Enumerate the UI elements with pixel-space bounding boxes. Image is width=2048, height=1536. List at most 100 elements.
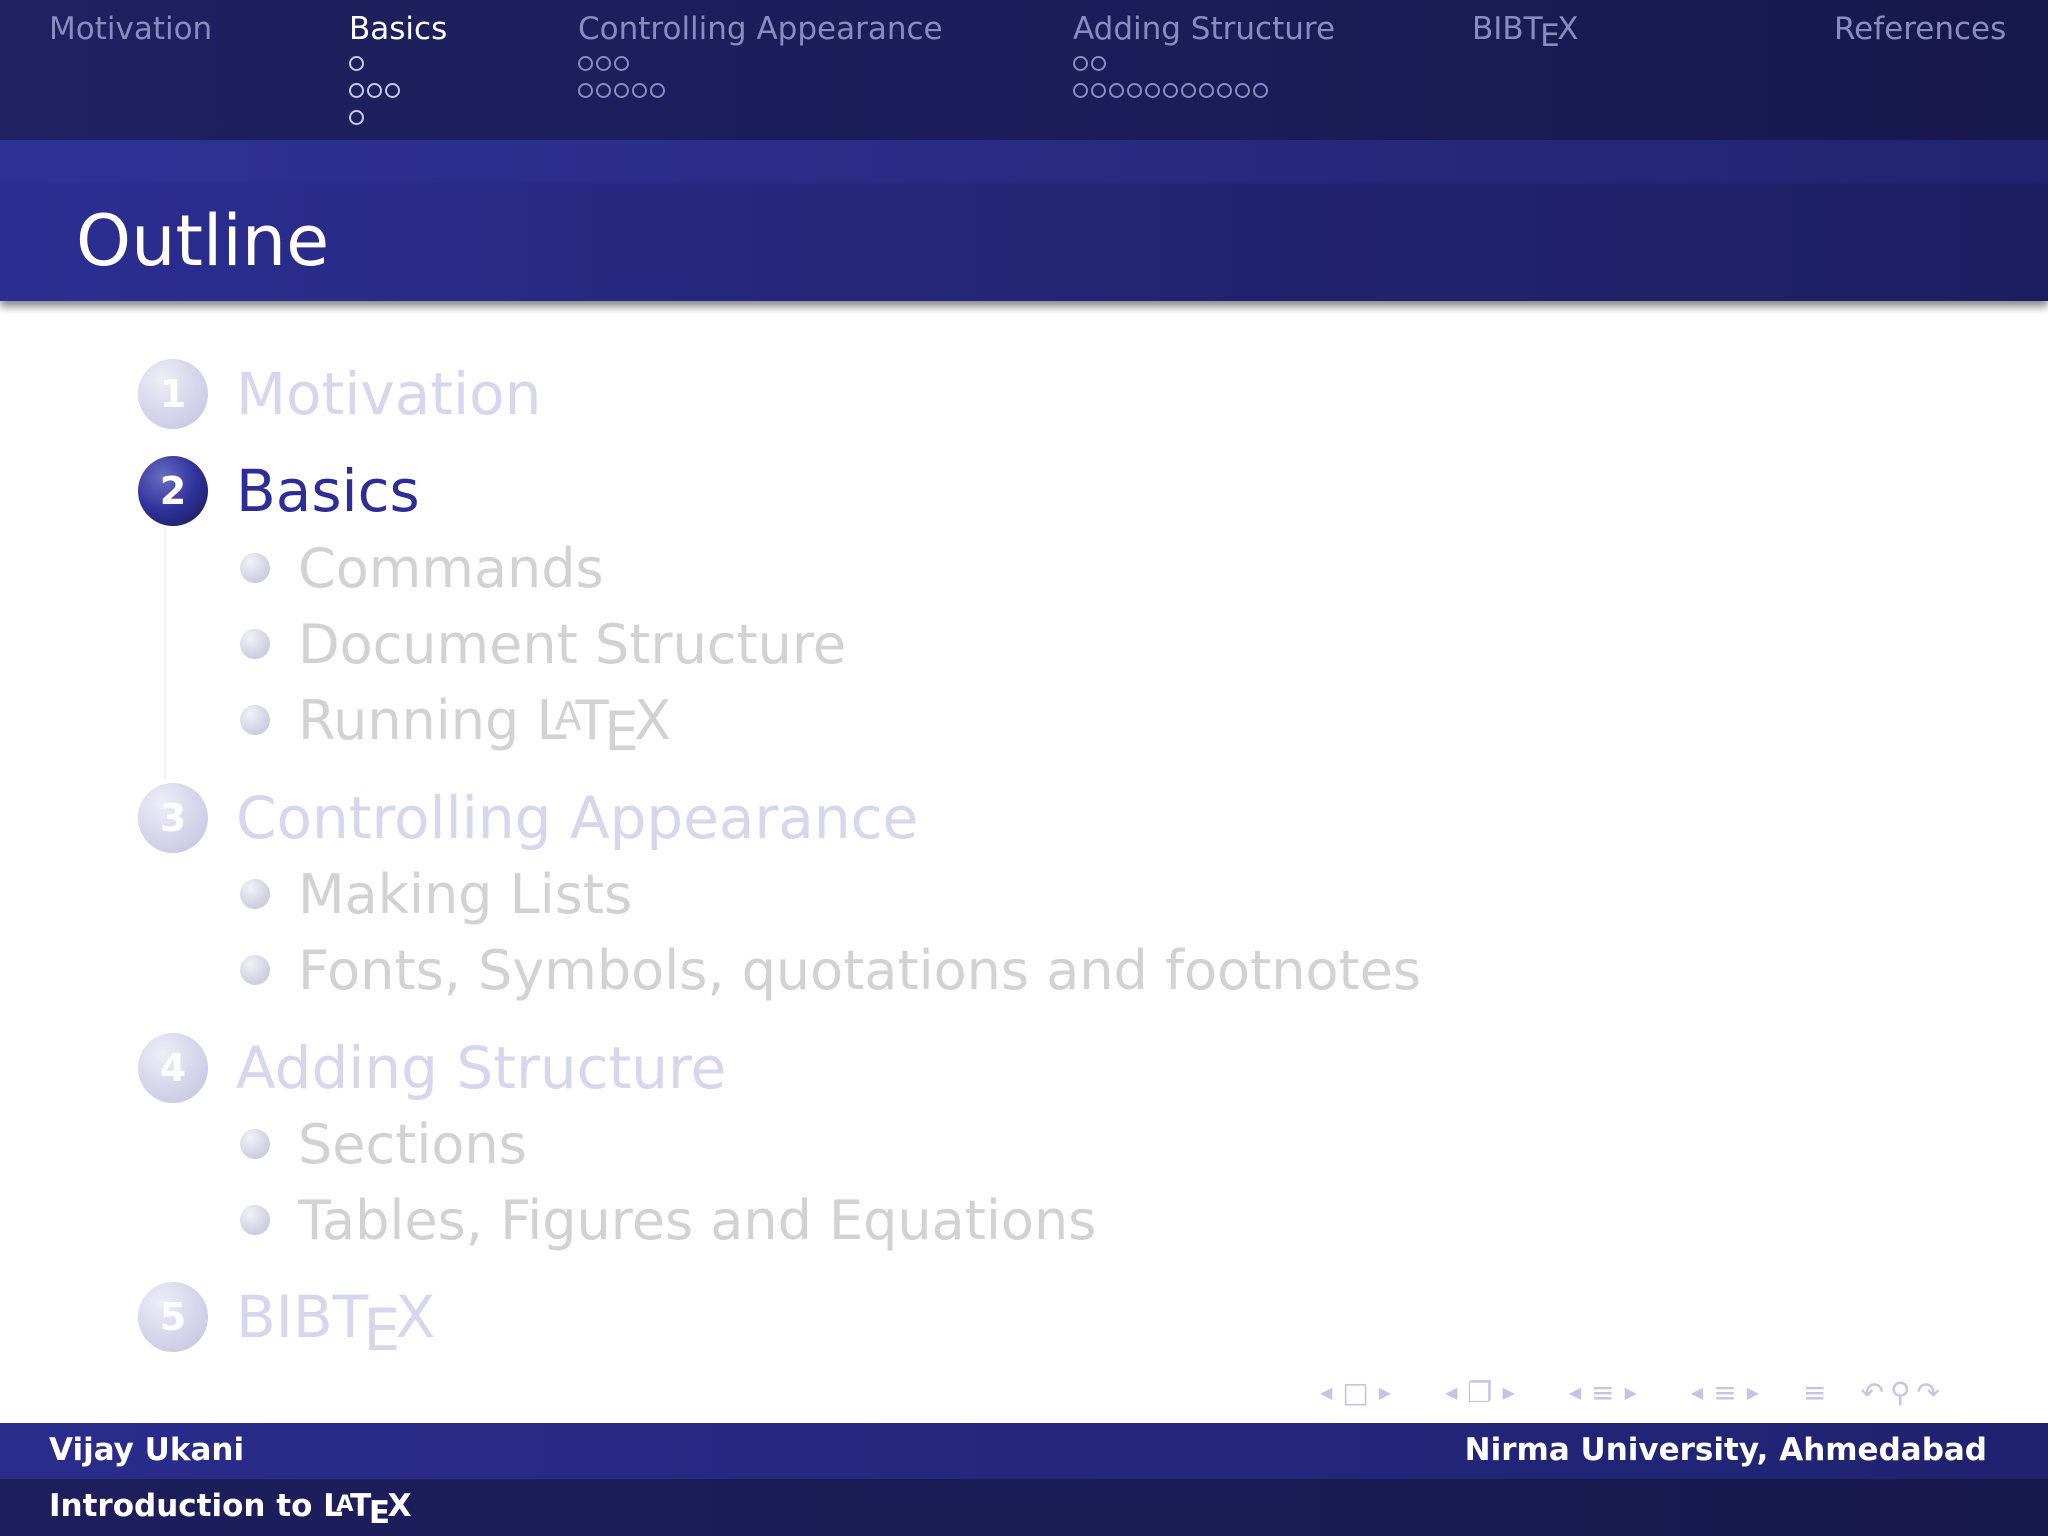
nav-section-bibtex[interactable]: BIBTEX xyxy=(1472,8,1579,54)
nav-frame-dots xyxy=(1073,50,1335,104)
nav-frame-dots xyxy=(578,50,943,104)
toc-section-basics[interactable]: 2 Basics xyxy=(138,454,420,528)
nav-section-controlling-appearance[interactable]: Controlling Appearance xyxy=(578,8,943,104)
nav-section-label: Basics xyxy=(349,11,448,47)
toc-subsection-label: Document Structure xyxy=(298,612,847,676)
toc-section-label: Adding Structure xyxy=(236,1034,727,1102)
frame-dot-icon[interactable] xyxy=(1091,83,1106,98)
prev-subsection-arrow-icon[interactable]: ◀ xyxy=(1569,1383,1581,1402)
nav-frame-row xyxy=(1073,77,1335,104)
toc-subsection-label: Making Lists xyxy=(298,862,633,926)
frame-dot-icon[interactable] xyxy=(578,83,593,98)
nav-section-label: Motivation xyxy=(49,11,213,47)
frame-dot-icon[interactable] xyxy=(1145,83,1160,98)
next-frame-arrow-icon[interactable]: ▶ xyxy=(1503,1383,1515,1402)
nav-frame-row xyxy=(349,77,447,104)
toc-subsection-making-lists[interactable]: Making Lists xyxy=(240,862,633,926)
frame-dot-icon[interactable] xyxy=(596,56,611,71)
beamer-navigation-symbols: ◀ □ ▶ ◀ ❐ ▶ ◀ ≡ ▶ ◀ ≡ ▶ ≡ ↶ ⚲ ↷ xyxy=(1310,1376,2030,1409)
frame-dot-icon[interactable] xyxy=(385,83,400,98)
frame-dot-icon[interactable] xyxy=(614,83,629,98)
toc-section-controlling-appearance[interactable]: 3 Controlling Appearance xyxy=(138,781,918,855)
subsection-bullet-icon xyxy=(240,1205,270,1235)
toc-subsection-commands[interactable]: Commands xyxy=(240,537,604,600)
frame-dot-icon[interactable] xyxy=(1199,83,1214,98)
frame-dot-icon[interactable] xyxy=(1109,83,1124,98)
frame-dot-icon[interactable] xyxy=(349,110,364,125)
next-section-arrow-icon[interactable]: ▶ xyxy=(1747,1383,1759,1402)
prev-slide-arrow-icon[interactable]: ◀ xyxy=(1320,1383,1332,1402)
frame-dot-icon[interactable] xyxy=(1073,83,1088,98)
frame-dot-icon[interactable] xyxy=(1091,56,1106,71)
frame-dot-icon[interactable] xyxy=(578,56,593,71)
frame-dot-icon[interactable] xyxy=(349,56,364,71)
document-nav-icon[interactable]: ≡ xyxy=(1803,1376,1826,1409)
title-strip xyxy=(0,140,2048,184)
next-slide-arrow-icon[interactable]: ▶ xyxy=(1379,1383,1391,1402)
next-subsection-arrow-icon[interactable]: ▶ xyxy=(1625,1383,1637,1402)
frame-dot-icon[interactable] xyxy=(1127,83,1142,98)
nav-frame-row xyxy=(578,50,943,77)
toc-section-bibtex[interactable]: 5 BIBTEX xyxy=(138,1280,435,1364)
toc-section-label: Motivation xyxy=(236,360,542,428)
nav-frame-row xyxy=(578,77,943,104)
subsection-bullet-icon xyxy=(240,629,270,659)
nav-section-label: Controlling Appearance xyxy=(578,11,943,47)
frame-dot-icon[interactable] xyxy=(1073,56,1088,71)
nav-frame-row xyxy=(349,104,447,131)
subsection-bullet-icon xyxy=(240,955,270,985)
toc-subsection-running-latex[interactable]: Running LATEX xyxy=(240,688,672,764)
nav-section-adding-structure[interactable]: Adding Structure xyxy=(1073,8,1335,104)
footer-author-bar: Vijay Ukani Nirma University, Ahmedabad xyxy=(0,1423,2048,1479)
section-number-ball: 4 xyxy=(138,1033,208,1103)
slide-nav-icon[interactable]: □ xyxy=(1342,1376,1368,1409)
nav-section-label: Adding Structure xyxy=(1073,11,1336,47)
section-number-ball: 2 xyxy=(138,456,208,526)
section-nav-icon[interactable]: ≡ xyxy=(1713,1376,1736,1409)
toc-subsection-label: Running LATEX xyxy=(298,688,672,764)
frame-dot-icon[interactable] xyxy=(1163,83,1178,98)
forward-icon[interactable]: ↷ xyxy=(1916,1376,1939,1409)
frame-dot-icon[interactable] xyxy=(1253,83,1268,98)
nav-frame-dots xyxy=(349,50,447,131)
subsection-bullet-icon xyxy=(240,1129,270,1159)
frame-dot-icon[interactable] xyxy=(614,56,629,71)
toc-section-label: Basics xyxy=(236,457,420,525)
toc-subsection-sections[interactable]: Sections xyxy=(240,1113,527,1176)
frame-dot-icon[interactable] xyxy=(367,83,382,98)
footer-title-bar: Introduction to LATEX xyxy=(0,1479,2048,1536)
frame-dot-icon[interactable] xyxy=(632,83,647,98)
toc-subsection-document-structure[interactable]: Document Structure xyxy=(240,612,847,676)
section-number-ball: 5 xyxy=(138,1282,208,1352)
toc-subsection-label: Fonts, Symbols, quotations and footnotes xyxy=(298,938,1422,1002)
section-navigation-bar: Motivation Basics Controlling Appearance… xyxy=(0,0,2048,140)
toc-section-label: BIBTEX xyxy=(236,1283,435,1364)
toc-subsection-fonts-symbols[interactable]: Fonts, Symbols, quotations and footnotes xyxy=(240,938,1422,1002)
frame-dot-icon[interactable] xyxy=(650,83,665,98)
nav-section-label: References xyxy=(1834,11,2007,47)
frame-title: Outline xyxy=(76,200,330,282)
toc-subsection-label-text: Running LATEX xyxy=(298,688,672,764)
nav-section-references[interactable]: References xyxy=(1834,8,2006,50)
prev-section-arrow-icon[interactable]: ◀ xyxy=(1691,1383,1703,1402)
nav-section-motivation[interactable]: Motivation xyxy=(49,8,212,50)
toc-subsection-tables-figures[interactable]: Tables, Figures and Equations xyxy=(240,1189,1096,1252)
frame-dot-icon[interactable] xyxy=(1235,83,1250,98)
toc-section-label: Controlling Appearance xyxy=(236,784,919,852)
toc-section-adding-structure[interactable]: 4 Adding Structure xyxy=(138,1031,726,1105)
toc-section-motivation[interactable]: 1 Motivation xyxy=(138,357,541,431)
prev-frame-arrow-icon[interactable]: ◀ xyxy=(1445,1383,1457,1402)
search-icon[interactable]: ⚲ xyxy=(1890,1376,1911,1409)
frame-dot-icon[interactable] xyxy=(596,83,611,98)
nav-frame-row xyxy=(1073,50,1335,77)
frame-dot-icon[interactable] xyxy=(1217,83,1232,98)
nav-section-label: BIBTEX xyxy=(1472,8,1579,54)
frame-nav-icon[interactable]: ❐ xyxy=(1467,1376,1492,1409)
frame-title-bar: Outline xyxy=(0,184,2048,301)
frame-dot-icon[interactable] xyxy=(349,83,364,98)
nav-section-basics[interactable]: Basics xyxy=(349,8,447,131)
nav-frame-row xyxy=(349,50,447,77)
back-icon[interactable]: ↶ xyxy=(1860,1376,1883,1409)
subsection-nav-icon[interactable]: ≡ xyxy=(1591,1376,1614,1409)
frame-dot-icon[interactable] xyxy=(1181,83,1196,98)
